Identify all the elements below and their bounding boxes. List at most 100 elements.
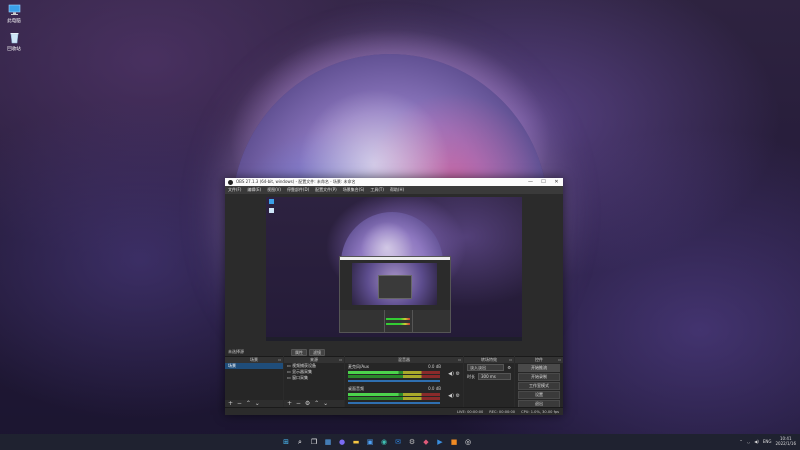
obs-titlebar[interactable]: OBS 27.1.3 (64-bit, windows) - 配置文件: 未命名… — [225, 178, 563, 186]
channel-buttons: ◀) ⚙ — [448, 393, 460, 399]
preview-desktop-icon — [269, 199, 274, 204]
obs-window[interactable]: OBS 27.1.3 (64-bit, windows) - 配置文件: 未命名… — [225, 178, 563, 415]
context-buttons: 属性 滤镜 — [291, 348, 325, 356]
recycle-bin-icon — [8, 32, 21, 44]
clock[interactable]: 10:41 2022/1/16 — [775, 436, 796, 446]
menu-tools[interactable]: 工具(T) — [370, 187, 384, 193]
explorer-icon[interactable]: ▬ — [351, 437, 361, 447]
menu-profile[interactable]: 配置文件(P) — [315, 187, 337, 193]
dock-float-icon[interactable]: ▫ — [278, 357, 281, 363]
mixer-channel: 桌面音频 0.0 dB ◀) ⚙ — [345, 385, 463, 407]
speaker-icon[interactable]: ◀) — [448, 371, 454, 377]
menu-edit[interactable]: 编辑(E) — [247, 187, 261, 193]
nested-titlebar — [340, 257, 450, 260]
menu-help[interactable]: 帮助(H) — [390, 187, 404, 193]
desktop-icon-recycle-bin[interactable]: 回收站 — [0, 32, 28, 52]
desktop-icon-label: 此电脑 — [7, 19, 21, 24]
dock-header: 转场特效 ▫ — [464, 357, 514, 363]
scene-item[interactable]: 场景 — [225, 363, 283, 369]
transition-duration-row: 时长 300 ms — [464, 372, 514, 381]
mail-icon[interactable]: ✉ — [393, 437, 403, 447]
scenes-title: 场景 — [250, 357, 258, 362]
nested-taskbar — [266, 337, 522, 341]
menu-docks[interactable]: 停靠部件(D) — [287, 187, 309, 193]
volume-icon[interactable]: ◀) — [754, 439, 759, 444]
maximize-button[interactable]: ☐ — [537, 179, 550, 185]
chevron-up-icon[interactable]: ⌃ — [739, 439, 742, 444]
settings-icon[interactable]: ⚙ — [407, 437, 417, 447]
controls-dock: 控件 ▫ 开始推流 开始录制 工作室模式 设置 退出 — [515, 356, 563, 408]
rec-status: REC: 00:00:00 — [489, 409, 516, 414]
edge-icon[interactable]: ◉ — [379, 437, 389, 447]
nested-meter — [386, 323, 410, 325]
minimize-button[interactable]: — — [524, 179, 537, 185]
search-icon[interactable]: ⌕ — [295, 437, 305, 447]
windows-start-icon[interactable]: ⊞ — [281, 437, 291, 447]
channel-db: 0.0 dB — [428, 364, 441, 369]
start-streaming-button[interactable]: 开始推流 — [518, 364, 560, 372]
sources-toolbar[interactable]: + − ⚙ ⌃ ⌄ — [284, 400, 344, 407]
terminal-icon[interactable]: ■ — [449, 437, 459, 447]
channel-db: 0.0 dB — [428, 386, 441, 391]
preview-desktop-icon — [269, 208, 274, 213]
chat-icon[interactable]: ● — [337, 437, 347, 447]
source-label: 窗口采集 — [292, 375, 309, 380]
desktop-icon-label: 回收站 — [7, 47, 21, 52]
volume-meter — [348, 393, 440, 396]
volume-slider[interactable] — [348, 402, 440, 404]
sources-title: 来源 — [310, 357, 318, 362]
gear-icon[interactable]: ⚙ — [507, 365, 511, 370]
nested-meter — [386, 318, 410, 320]
nested-window — [378, 275, 412, 299]
mixer-channel: 麦克风/Aux 0.0 dB ◀) ⚙ — [345, 363, 463, 385]
taskbar-apps: ⊞ ⌕ ❐ ▦ ● ▬ ▣ ◉ ✉ ⚙ ◆ ▶ ■ ◎ — [281, 437, 473, 447]
filters-button[interactable]: 滤镜 — [309, 348, 325, 356]
dock-header: 场景 ▫ — [225, 357, 283, 363]
menu-view[interactable]: 视图(V) — [267, 187, 281, 193]
transition-select[interactable]: 淡入淡出 — [467, 364, 505, 371]
studio-mode-button[interactable]: 工作室模式 — [518, 382, 560, 390]
context-bar: 未选择源 属性 滤镜 — [225, 348, 563, 356]
start-recording-button[interactable]: 开始录制 — [518, 373, 560, 381]
nested-obs-preview — [339, 256, 451, 333]
scenes-dock: 场景 ▫ 场景 + − ⌃ ⌄ — [225, 356, 283, 407]
preview-canvas[interactable] — [266, 197, 522, 341]
dock-float-icon[interactable]: ▫ — [339, 357, 342, 363]
clock-date: 2022/1/16 — [775, 441, 796, 446]
settings-button[interactable]: 设置 — [518, 391, 560, 399]
volume-meter — [348, 397, 440, 400]
transitions-title: 转场特效 — [481, 357, 497, 362]
photos-icon[interactable]: ◆ — [421, 437, 431, 447]
channel-buttons: ◀) ⚙ — [448, 371, 460, 377]
dock-header: 控件 ▫ — [515, 357, 563, 363]
dock-header: 来源 ▫ — [284, 357, 344, 363]
dock-float-icon[interactable]: ▫ — [509, 357, 512, 363]
menu-scene-collection[interactable]: 场景集合(S) — [343, 187, 365, 193]
source-label: 视频捕获设备 — [292, 363, 317, 368]
gear-icon[interactable]: ⚙ — [456, 393, 460, 399]
channel-name: 麦克风/Aux — [348, 364, 369, 369]
source-label: 显示器采集 — [292, 369, 313, 374]
obs-icon[interactable]: ◎ — [463, 437, 473, 447]
source-item[interactable]: ▭ 窗口采集 — [284, 375, 344, 381]
widgets-icon[interactable]: ▦ — [323, 437, 333, 447]
store-icon[interactable]: ▣ — [365, 437, 375, 447]
volume-slider[interactable] — [348, 380, 440, 382]
menu-file[interactable]: 文件(F) — [228, 187, 241, 193]
language-indicator[interactable]: ENG — [763, 439, 772, 444]
volume-meter — [348, 371, 440, 374]
dock-float-icon[interactable]: ▫ — [558, 357, 561, 363]
cpu-status: CPU: 1.0%, 30.00 fps — [521, 409, 559, 414]
network-icon[interactable]: ◡ — [747, 439, 751, 444]
scenes-toolbar[interactable]: + − ⌃ ⌄ — [225, 400, 283, 407]
properties-button[interactable]: 属性 — [291, 348, 307, 356]
desktop-icon-computer[interactable]: 此电脑 — [0, 4, 28, 24]
speaker-icon[interactable]: ◀) — [448, 393, 454, 399]
task-view-icon[interactable]: ❐ — [309, 437, 319, 447]
gear-icon[interactable]: ⚙ — [456, 371, 460, 377]
system-tray: ⌃ ◡ ◀) ENG 10:41 2022/1/16 — [739, 436, 796, 446]
close-button[interactable]: ✕ — [550, 179, 563, 185]
media-icon[interactable]: ▶ — [435, 437, 445, 447]
duration-input[interactable]: 300 ms — [478, 373, 511, 380]
transitions-dock: 转场特效 ▫ 淡入淡出 ⚙ 时长 300 ms — [464, 356, 514, 407]
